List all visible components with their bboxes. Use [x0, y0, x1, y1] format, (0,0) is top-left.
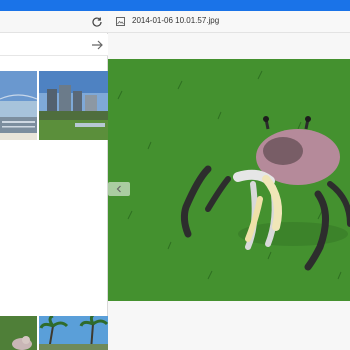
thumbnail-row-bottom	[0, 316, 108, 350]
image-file-icon	[116, 17, 125, 26]
thumbnail-row	[0, 71, 108, 141]
previous-image-button[interactable]	[108, 182, 130, 196]
path-bar	[0, 34, 108, 56]
browser-toolbar	[0, 11, 108, 33]
file-title: 2014-01-06 10.01.57.jpg	[132, 16, 220, 25]
title-bar	[0, 0, 350, 11]
viewer-header: 2014-01-06 10.01.57.jpg	[108, 11, 350, 33]
chevron-left-icon	[116, 185, 121, 193]
thumb-city-park[interactable]	[39, 71, 108, 140]
image-viewer-pane: 2014-01-06 10.01.57.jpg	[108, 11, 350, 350]
thumb-bridge-city[interactable]	[0, 71, 37, 140]
image-preview[interactable]	[108, 59, 350, 301]
thumb-palm-trees[interactable]	[39, 316, 108, 350]
thumb-person-crab[interactable]	[0, 316, 37, 350]
arrow-right-icon[interactable]	[90, 38, 104, 52]
refresh-icon[interactable]	[91, 16, 103, 28]
file-browser-pane	[0, 11, 108, 350]
